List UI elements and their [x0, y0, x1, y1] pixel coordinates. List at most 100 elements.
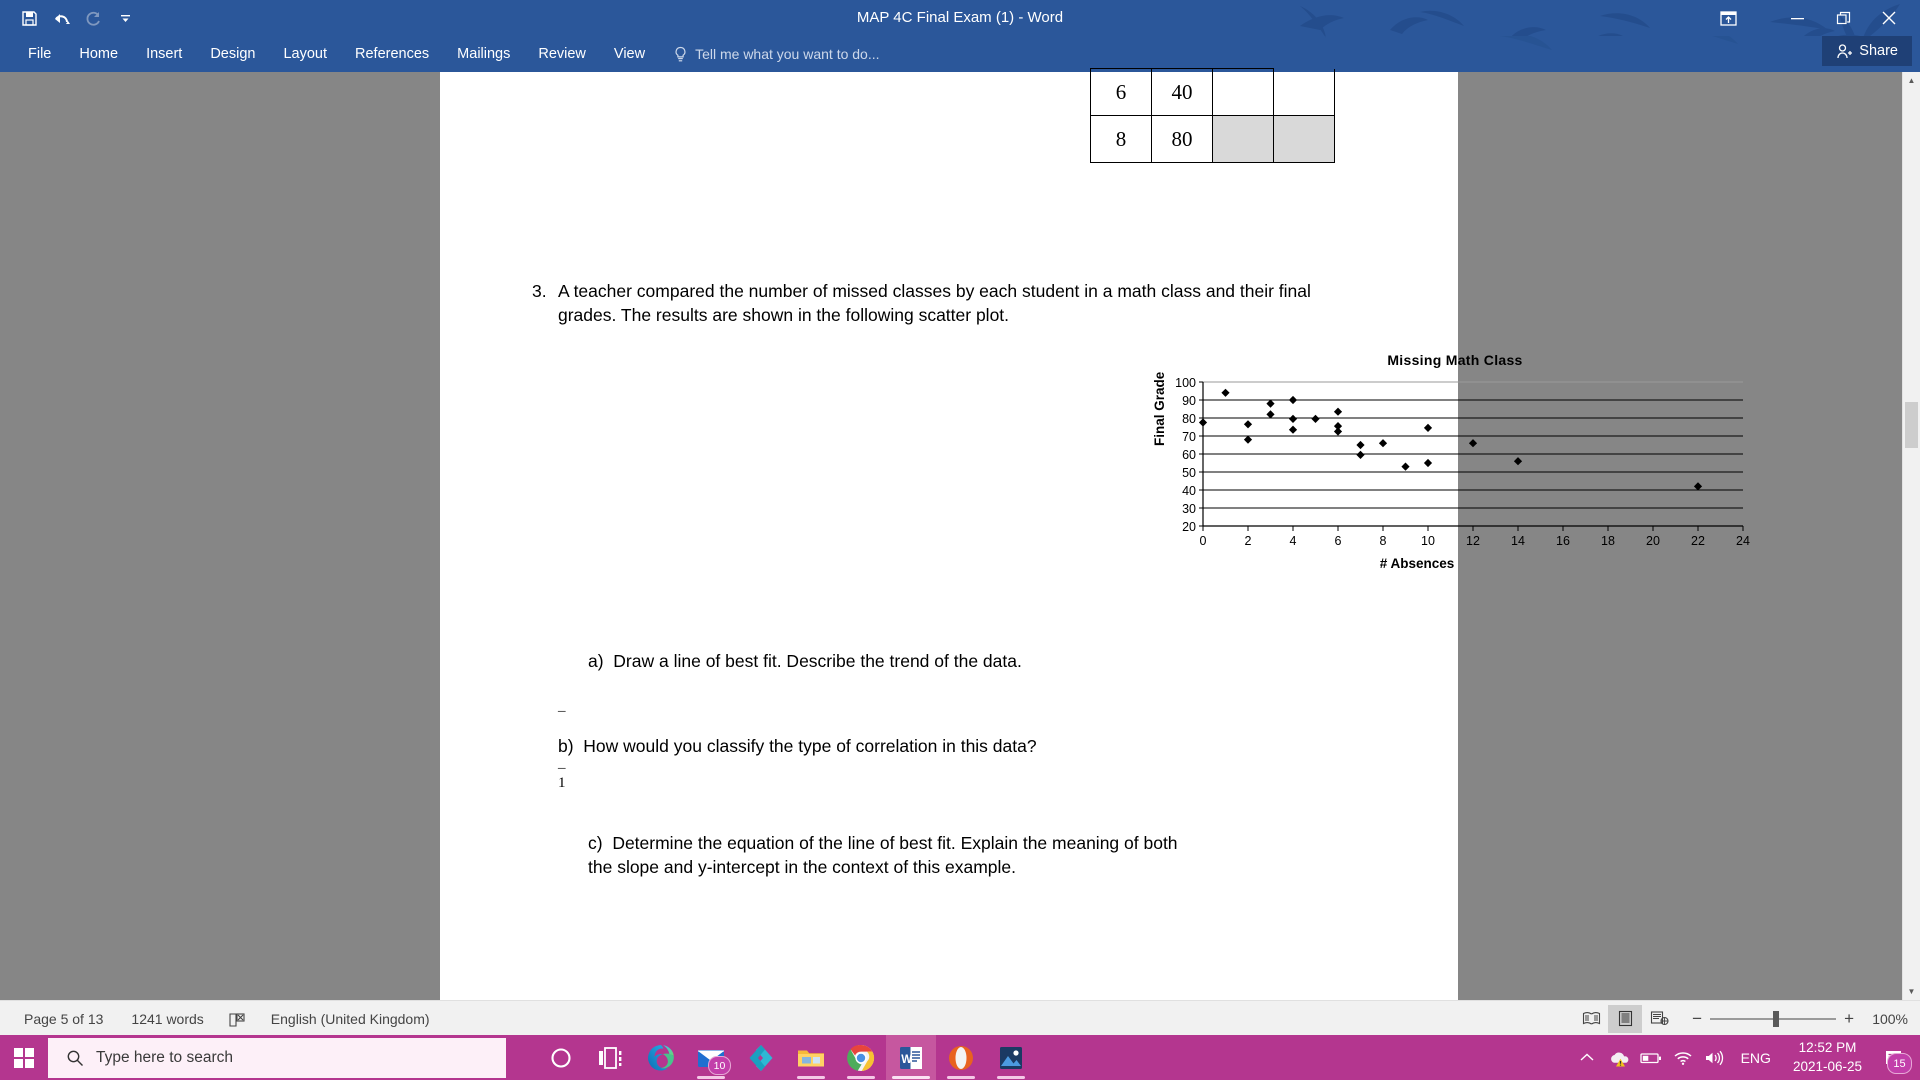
- chart-title: Missing Math Class: [1387, 352, 1523, 368]
- photos-icon[interactable]: [986, 1035, 1036, 1080]
- read-mode-view-button[interactable]: [1574, 1005, 1608, 1033]
- lightbulb-icon: [675, 46, 686, 61]
- microsoft-edge-icon[interactable]: [636, 1035, 686, 1080]
- battery-icon[interactable]: [1635, 1035, 1667, 1080]
- question-text: A teacher compared the number of missed …: [558, 281, 1311, 325]
- clock-time: 12:52 PM: [1798, 1040, 1857, 1056]
- tab-references[interactable]: References: [341, 36, 443, 72]
- taskbar: Type here to search 10 W ENG 12:52 PM 20…: [0, 1035, 1920, 1080]
- chart-plot-area: Final Grade 20 30 40 50 60 70 80 90 100 0 2 4 6 8 10 12…: [1152, 371, 1755, 582]
- table-cell-shaded[interactable]: [1212, 115, 1274, 163]
- tell-me-search[interactable]: Tell me what you want to do...: [659, 36, 880, 72]
- share-label: Share: [1859, 43, 1898, 59]
- tell-me-label: Tell me what you want to do...: [695, 46, 880, 62]
- share-button[interactable]: Share: [1822, 36, 1912, 66]
- svg-text:80: 80: [1182, 412, 1196, 426]
- onedrive-warning-icon[interactable]: [1603, 1035, 1635, 1080]
- zoom-level[interactable]: 100%: [1862, 1011, 1908, 1027]
- cortana-icon[interactable]: [536, 1035, 586, 1080]
- table-cell[interactable]: 80: [1151, 115, 1213, 163]
- svg-text:60: 60: [1182, 448, 1196, 462]
- volume-icon[interactable]: [1699, 1035, 1731, 1080]
- system-tray: ENG 12:52 PM 2021-06-25 15: [1571, 1035, 1920, 1080]
- table-cell[interactable]: [1273, 68, 1335, 116]
- search-input[interactable]: Type here to search: [48, 1037, 506, 1078]
- document-page[interactable]: 6 40 8 80 3. A teacher compared the numb…: [440, 68, 1750, 1000]
- person-add-icon: [1837, 43, 1853, 58]
- notifications-button[interactable]: 15: [1874, 1035, 1914, 1080]
- zoom-slider-thumb[interactable]: [1773, 1010, 1780, 1027]
- word-count[interactable]: 1241 words: [117, 1006, 217, 1032]
- tab-design[interactable]: Design: [196, 36, 269, 72]
- table-cell[interactable]: 8: [1090, 115, 1152, 163]
- zoom-out-button[interactable]: −: [1692, 1009, 1702, 1029]
- table-row: 8 80: [1090, 115, 1335, 163]
- svg-text:2: 2: [1245, 534, 1252, 548]
- svg-text:40: 40: [1182, 484, 1196, 498]
- notification-badge: 15: [1887, 1053, 1912, 1074]
- opera-icon[interactable]: [936, 1035, 986, 1080]
- language-indicator[interactable]: English (United Kingdom): [257, 1006, 444, 1032]
- svg-text:8: 8: [1380, 534, 1387, 548]
- clock-date: 2021-06-25: [1792, 1058, 1862, 1074]
- table-cell[interactable]: [1212, 68, 1274, 116]
- tab-view[interactable]: View: [600, 36, 659, 72]
- table-cell-shaded[interactable]: [1273, 115, 1335, 163]
- title-bar: MAP 4C Final Exam (1) - Word: [0, 0, 1920, 36]
- tab-insert[interactable]: Insert: [132, 36, 196, 72]
- tab-review[interactable]: Review: [524, 36, 600, 72]
- svg-text:6: 6: [1335, 534, 1342, 548]
- tab-home[interactable]: Home: [65, 36, 132, 72]
- scatter-plot-chart[interactable]: Missing Math Class Final Grade 20 30 40 50 6…: [1152, 352, 1755, 582]
- scroll-up-arrow-icon[interactable]: ▲: [1903, 72, 1920, 89]
- table-row: 6 40: [1090, 68, 1335, 116]
- tab-mailings[interactable]: Mailings: [443, 36, 524, 72]
- part-label: b): [558, 736, 574, 756]
- web-layout-view-button[interactable]: [1642, 1005, 1676, 1033]
- chart-svg: 20304050607080901000 2 4 6 8 10 12 14 16 18 20 22 24: [1175, 376, 1750, 548]
- zoom-in-button[interactable]: +: [1844, 1009, 1854, 1029]
- chart-y-axis-label: Final Grade: [1152, 371, 1167, 446]
- minimize-icon[interactable]: [1774, 2, 1820, 34]
- file-explorer-icon[interactable]: [786, 1035, 836, 1080]
- customize-quick-access-icon[interactable]: [110, 3, 140, 33]
- zoom-slider[interactable]: [1710, 1010, 1837, 1027]
- svg-text:18: 18: [1601, 534, 1615, 548]
- save-icon[interactable]: [14, 3, 44, 33]
- microsoft-word-icon[interactable]: W: [886, 1035, 936, 1080]
- zoom-control[interactable]: − + 100%: [1692, 1009, 1908, 1029]
- vertical-scrollbar[interactable]: ▲ ▼: [1902, 72, 1920, 1000]
- ribbon-display-options-icon[interactable]: [1708, 2, 1748, 34]
- svg-text:24: 24: [1736, 534, 1750, 548]
- redo-icon[interactable]: [78, 3, 108, 33]
- kodi-icon[interactable]: [736, 1035, 786, 1080]
- close-icon[interactable]: [1866, 2, 1912, 34]
- svg-text:0: 0: [1200, 534, 1207, 548]
- svg-text:12: 12: [1466, 534, 1480, 548]
- undo-icon[interactable]: [46, 3, 76, 33]
- data-table: 6 40 8 80: [1090, 68, 1335, 163]
- google-chrome-icon[interactable]: [836, 1035, 886, 1080]
- wifi-icon[interactable]: [1667, 1035, 1699, 1080]
- print-layout-view-button[interactable]: [1608, 1004, 1643, 1033]
- table-cell[interactable]: 40: [1151, 68, 1213, 116]
- tab-layout[interactable]: Layout: [269, 36, 341, 72]
- spelling-and-grammar-check-icon[interactable]: [218, 1006, 257, 1032]
- tab-file[interactable]: File: [14, 36, 65, 72]
- clock[interactable]: 12:52 PM 2021-06-25: [1781, 1039, 1874, 1075]
- part-text: How would you classify the type of corre…: [583, 736, 1037, 756]
- part-label: c): [588, 833, 603, 853]
- svg-text:20: 20: [1646, 534, 1660, 548]
- table-cell[interactable]: 6: [1090, 68, 1152, 116]
- scrollbar-thumb[interactable]: [1905, 402, 1918, 448]
- table-fragment[interactable]: 6 40 8 80: [1090, 68, 1335, 163]
- restore-icon[interactable]: [1820, 2, 1866, 34]
- start-button[interactable]: [0, 1035, 48, 1080]
- page-indicator[interactable]: Page 5 of 13: [10, 1006, 117, 1032]
- mail-icon[interactable]: 10: [686, 1035, 736, 1080]
- show-hidden-icons-icon[interactable]: [1571, 1035, 1603, 1080]
- svg-text:14: 14: [1511, 534, 1525, 548]
- language-indicator-tray[interactable]: ENG: [1731, 1050, 1781, 1066]
- task-view-icon[interactable]: [586, 1035, 636, 1080]
- scroll-down-arrow-icon[interactable]: ▼: [1903, 983, 1920, 1000]
